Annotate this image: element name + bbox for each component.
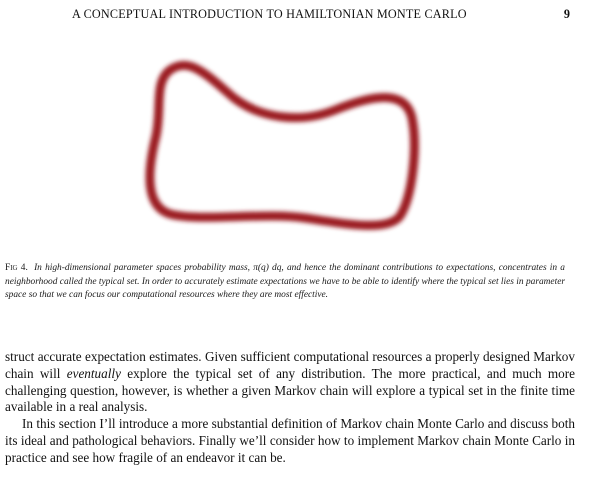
typical-set-illustration bbox=[145, 60, 419, 230]
body-text: struct accurate expectation estimates. G… bbox=[5, 349, 575, 467]
page-number: 9 bbox=[563, 7, 570, 21]
figure-caption-text: In high-dimensional parameter spaces pro… bbox=[5, 263, 565, 301]
running-title: A CONCEPTUAL INTRODUCTION TO HAMILTONIAN… bbox=[72, 7, 467, 21]
typical-set-curve bbox=[145, 60, 419, 230]
paragraph-2: In this section I’ll introduce a more su… bbox=[5, 416, 575, 465]
running-head: A CONCEPTUAL INTRODUCTION TO HAMILTONIAN… bbox=[0, 7, 593, 27]
paragraph-1: struct accurate expectation estimates. G… bbox=[5, 349, 575, 416]
emphasis-eventually: eventually bbox=[66, 365, 121, 381]
figure-caption: Fig 4. In high-dimensional parameter spa… bbox=[5, 262, 565, 303]
figure-caption-label: Fig 4. bbox=[5, 263, 28, 273]
figure-typical-set bbox=[130, 48, 430, 240]
